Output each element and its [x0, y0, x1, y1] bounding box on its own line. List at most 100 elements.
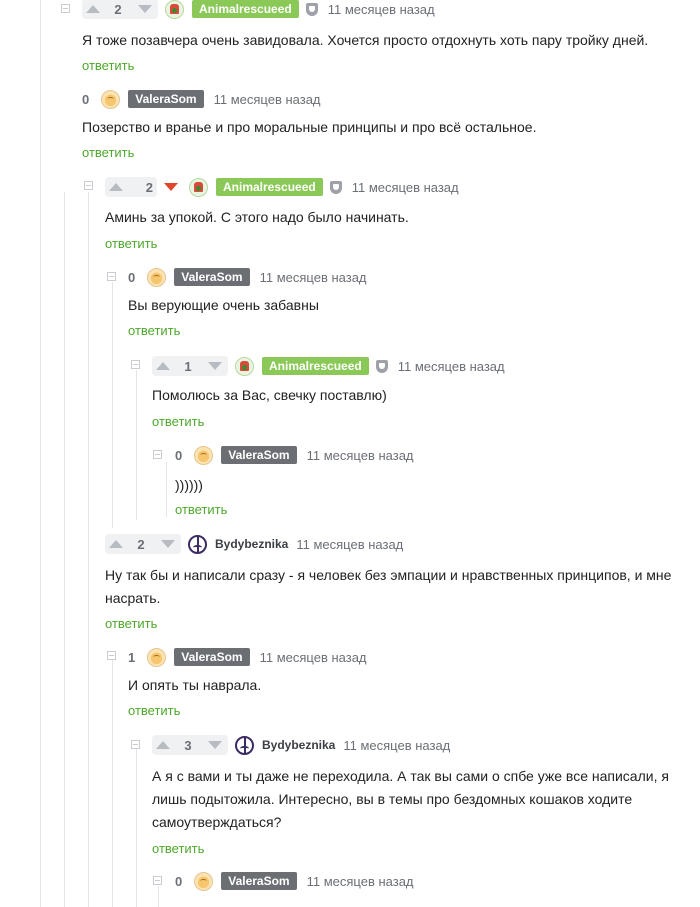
comment-rating: 0 [175, 447, 183, 463]
reply-link[interactable]: ответить [128, 323, 180, 338]
comment-header: 2 Animalrescueed 11 месяцев назад [82, 0, 435, 20]
thread-line [88, 192, 89, 907]
username-badge[interactable]: Animalrescueed [192, 0, 299, 18]
shield-icon [329, 180, 342, 194]
avatar[interactable] [101, 89, 121, 109]
username-badge[interactable]: Animalrescueed [216, 178, 323, 196]
downvote-icon[interactable] [160, 540, 175, 548]
comment-text: И опять ты наврала. [128, 677, 262, 693]
comment-header: 1 ValeraSom 11 месяцев назад [128, 646, 367, 668]
collapse-toggle[interactable] [61, 4, 70, 13]
comment-time[interactable]: 11 месяцев назад [328, 2, 435, 17]
comment-time[interactable]: 11 месяцев назад [296, 537, 403, 552]
comment-rating: 3 [184, 737, 192, 753]
vote-box: 2 [82, 0, 158, 19]
avatar[interactable] [188, 534, 207, 554]
vote-box: 2 [105, 177, 157, 197]
comment-time[interactable]: 11 месяцев назад [398, 359, 505, 374]
comment-time[interactable]: 11 месяцев назад [214, 92, 321, 107]
comment-rating: 0 [82, 91, 90, 107]
comment-rating: 1 [184, 358, 192, 374]
comment-time[interactable]: 11 месяцев назад [307, 448, 414, 463]
avatar[interactable] [147, 267, 167, 287]
upvote-icon[interactable] [156, 362, 170, 370]
thread-line [158, 886, 159, 907]
collapse-toggle[interactable] [84, 181, 93, 190]
avatar[interactable] [194, 871, 214, 891]
avatar[interactable] [235, 735, 254, 755]
comment-rating: 0 [175, 873, 183, 889]
collapse-toggle[interactable] [153, 876, 162, 885]
username-badge[interactable]: ValeraSom [174, 268, 250, 286]
comment-header: 0 ValeraSom 11 месяцев назад [175, 444, 414, 466]
thread-line [40, 0, 41, 907]
username[interactable]: Bydybeznika [262, 738, 335, 752]
comment-time[interactable]: 11 месяцев назад [260, 270, 367, 285]
downvote-icon[interactable] [164, 183, 178, 191]
username-badge[interactable]: ValeraSom [174, 648, 250, 666]
thread-line [166, 462, 167, 517]
username-badge[interactable]: ValeraSom [221, 446, 297, 464]
upvote-icon[interactable] [86, 5, 100, 13]
comment-text: Аминь за упокой. С этого надо было начин… [105, 209, 409, 225]
reply-link[interactable]: ответить [105, 236, 157, 251]
comment-text-line: А я с вами и ты даже не переходила. А та… [152, 768, 669, 784]
thread-line [136, 370, 137, 520]
comment-text: )))))) [175, 477, 203, 493]
comment-time[interactable]: 11 месяцев назад [260, 650, 367, 665]
comment-text-line: самоутверждаться? [152, 814, 282, 830]
shield-icon [375, 359, 388, 373]
comment-text: Вы верующие очень забавны [128, 297, 319, 313]
comment-rating: 1 [128, 649, 136, 665]
comment-header: 0 ValeraSom 11 месяцев назад [128, 266, 367, 288]
avatar[interactable] [147, 647, 167, 667]
reply-link[interactable]: ответить [82, 58, 134, 73]
comment-text: Позерство и вранье и про моральные принц… [82, 119, 537, 135]
username-badge[interactable]: ValeraSom [221, 872, 297, 890]
comment-time[interactable]: 11 месяцев назад [352, 180, 459, 195]
avatar[interactable] [189, 177, 208, 197]
comment-header: 1 Animalrescueed 11 месяцев назад [152, 355, 505, 377]
reply-link[interactable]: ответить [152, 841, 204, 856]
username[interactable]: Bydybeznika [215, 537, 288, 551]
reply-link[interactable]: ответить [152, 414, 204, 429]
comment-rating: 2 [114, 1, 122, 17]
upvote-icon[interactable] [109, 540, 123, 548]
reply-link[interactable]: ответить [105, 616, 157, 631]
downvote-icon[interactable] [137, 5, 152, 13]
comment-time[interactable]: 11 месяцев назад [307, 874, 414, 889]
collapse-toggle[interactable] [131, 360, 140, 369]
username-badge[interactable]: Animalrescueed [262, 357, 369, 375]
collapse-toggle[interactable] [107, 651, 116, 660]
collapse-toggle[interactable] [131, 740, 140, 749]
comment-header: 3 Bydybeznika 11 месяцев назад [152, 734, 450, 756]
comment-header: 2 Bydybeznika 11 месяцев назад [105, 533, 403, 555]
collapse-toggle[interactable] [107, 272, 116, 281]
reply-link[interactable]: ответить [82, 145, 134, 160]
avatar[interactable] [165, 0, 184, 19]
reply-link[interactable]: ответить [128, 703, 180, 718]
comment-text: Ну так бы и написали сразу - я человек б… [105, 564, 675, 610]
reply-link[interactable]: ответить [175, 502, 227, 517]
comment-text-line: лишь подытожила. Интересно, вы в темы пр… [152, 791, 633, 807]
comment-header: 2 Animalrescueed 11 месяцев назад [105, 176, 459, 198]
collapse-toggle[interactable] [153, 450, 162, 459]
comment-time[interactable]: 11 месяцев назад [343, 738, 450, 753]
comment-text: Я тоже позавчера очень завидовала. Хочет… [82, 32, 649, 48]
vote-box: 2 [105, 534, 181, 554]
avatar[interactable] [235, 356, 254, 376]
downvote-icon[interactable] [207, 741, 222, 749]
shield-icon [305, 2, 318, 16]
vote-box: 3 [152, 735, 228, 755]
comment-header: 0 ValeraSom 11 месяцев назад [175, 870, 414, 892]
comment-text-line: Ну так бы и написали сразу - я человек б… [105, 567, 672, 583]
comment-text: Помолюсь за Вас, свечку поставлю) [152, 387, 387, 403]
avatar[interactable] [194, 445, 214, 465]
upvote-icon[interactable] [156, 741, 170, 749]
thread-line [112, 660, 113, 907]
downvote-icon[interactable] [207, 362, 222, 370]
comment-text-line: насрать. [105, 590, 161, 606]
thread-line [136, 748, 137, 907]
username-badge[interactable]: ValeraSom [128, 90, 204, 108]
upvote-icon[interactable] [109, 183, 123, 191]
